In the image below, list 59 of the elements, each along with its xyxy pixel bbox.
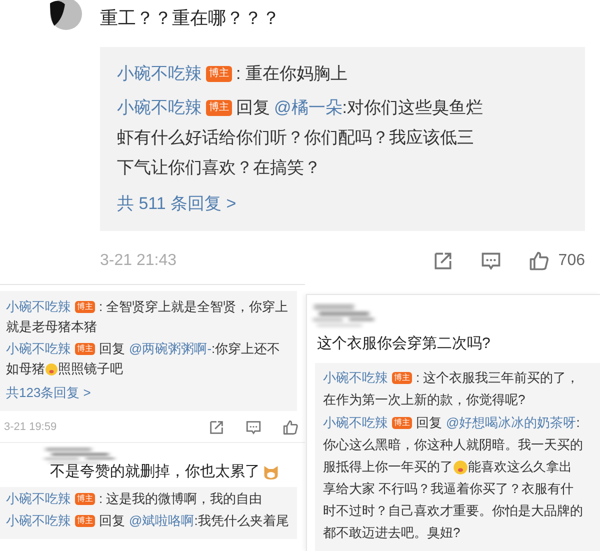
blogger-badge: 博主 — [75, 343, 95, 355]
blogger-badge: 博主 — [75, 514, 95, 526]
reply-text: :你穿上还不 — [212, 340, 280, 358]
reply-label: 回复 — [416, 414, 442, 432]
mention-link[interactable]: @斌啦咯啊 — [129, 510, 194, 530]
reply-text: :我凭什么夹着尾 — [194, 512, 289, 530]
timestamp: 3-21 19:59 — [4, 420, 57, 435]
avatar-icon — [50, 0, 82, 30]
blogger-badge: 博主 — [392, 417, 412, 429]
like-icon[interactable] — [282, 418, 299, 436]
reply-text: : 这个衣服我三年前买的了， — [416, 369, 580, 387]
reply-text: : — [576, 414, 580, 432]
mention-link[interactable]: @两碗粥粥啊- — [129, 339, 212, 359]
reply-label: 回复 — [236, 97, 270, 119]
username-link[interactable]: 小碗不吃辣 — [117, 93, 202, 123]
mention-link[interactable]: @橘一朵 — [274, 93, 342, 123]
comment-text: 这个衣服你会穿第二次吗? — [316, 334, 492, 354]
blogger-badge: 博主 — [206, 66, 232, 82]
more-replies-link[interactable]: 共123条回复 > — [6, 383, 91, 402]
like-count: 706 — [558, 250, 585, 270]
username-link[interactable]: 小碗不吃辣 — [323, 412, 388, 434]
reply-text: 能喜欢这么久拿出 — [468, 458, 572, 476]
more-replies-link[interactable]: 共 511 条回复 > — [117, 191, 236, 216]
blogger-badge: 博主 — [206, 100, 232, 116]
username-link[interactable]: 小碗不吃辣 — [6, 510, 71, 530]
reply-text: 如母猪 — [6, 360, 45, 378]
reply-text: 享给大家 不行吗？我逼着你买了？衣服有什 — [323, 480, 574, 498]
reply-text: 照照镜子吧 — [58, 360, 123, 378]
username-link[interactable]: 小碗不吃辣 — [323, 367, 388, 389]
reply-text: : 重在你妈胸上 — [236, 63, 348, 85]
reply-text: 服抵得上你一年买的了 — [323, 458, 453, 476]
like-icon[interactable] — [528, 250, 550, 272]
reply-text: 就是老母猪本猪 — [6, 318, 97, 336]
reply-text: : 这是我的微博啊，我的自由 — [99, 490, 262, 508]
username-link[interactable]: 小碗不吃辣 — [6, 297, 71, 317]
blogger-badge: 博主 — [392, 372, 412, 384]
reply-text: 时不过时？自己喜欢才重要。你怕是大品牌的 — [323, 502, 583, 520]
username-link[interactable]: 小碗不吃辣 — [6, 339, 71, 359]
reply-text: 你心这么黑暗，你这种人就阴暗。我一天买的 — [323, 436, 583, 454]
reply-text: 都不敢迈进去吧。臭妞? — [323, 524, 460, 542]
reply-text: 下气让你们喜欢？在搞笑？ — [117, 157, 321, 179]
username-link[interactable]: 小碗不吃辣 — [6, 488, 71, 508]
reply-text: 在作为第一次上新的款，你觉得呢? — [323, 391, 526, 409]
reply-label: 回复 — [99, 512, 125, 530]
timestamp: 3-21 21:43 — [100, 250, 177, 270]
mention-link[interactable]: @好想喝冰冰的奶茶呀 — [446, 412, 576, 434]
username-link[interactable]: 小碗不吃辣 — [117, 59, 202, 89]
reply-label: 回复 — [99, 340, 125, 358]
reply-text: : 全智贤穿上就是全智贤，你穿上 — [99, 298, 288, 316]
reply-text: :对你们这些臭鱼烂 — [342, 97, 483, 119]
reply-text: 虾有什么好话给你们听？你们配吗？我应该低三 — [117, 127, 474, 149]
blogger-badge: 博主 — [75, 492, 95, 504]
share-icon[interactable] — [208, 418, 225, 436]
emoji-icon — [45, 362, 58, 376]
comment-text: 重工？？重在哪？？？ — [100, 7, 281, 30]
emoji-icon — [453, 460, 468, 474]
blogger-badge: 博主 — [75, 301, 95, 313]
comment-icon[interactable] — [245, 418, 262, 436]
comment-text: 不是夸赞的就删掉，你也太累了 — [50, 462, 260, 482]
